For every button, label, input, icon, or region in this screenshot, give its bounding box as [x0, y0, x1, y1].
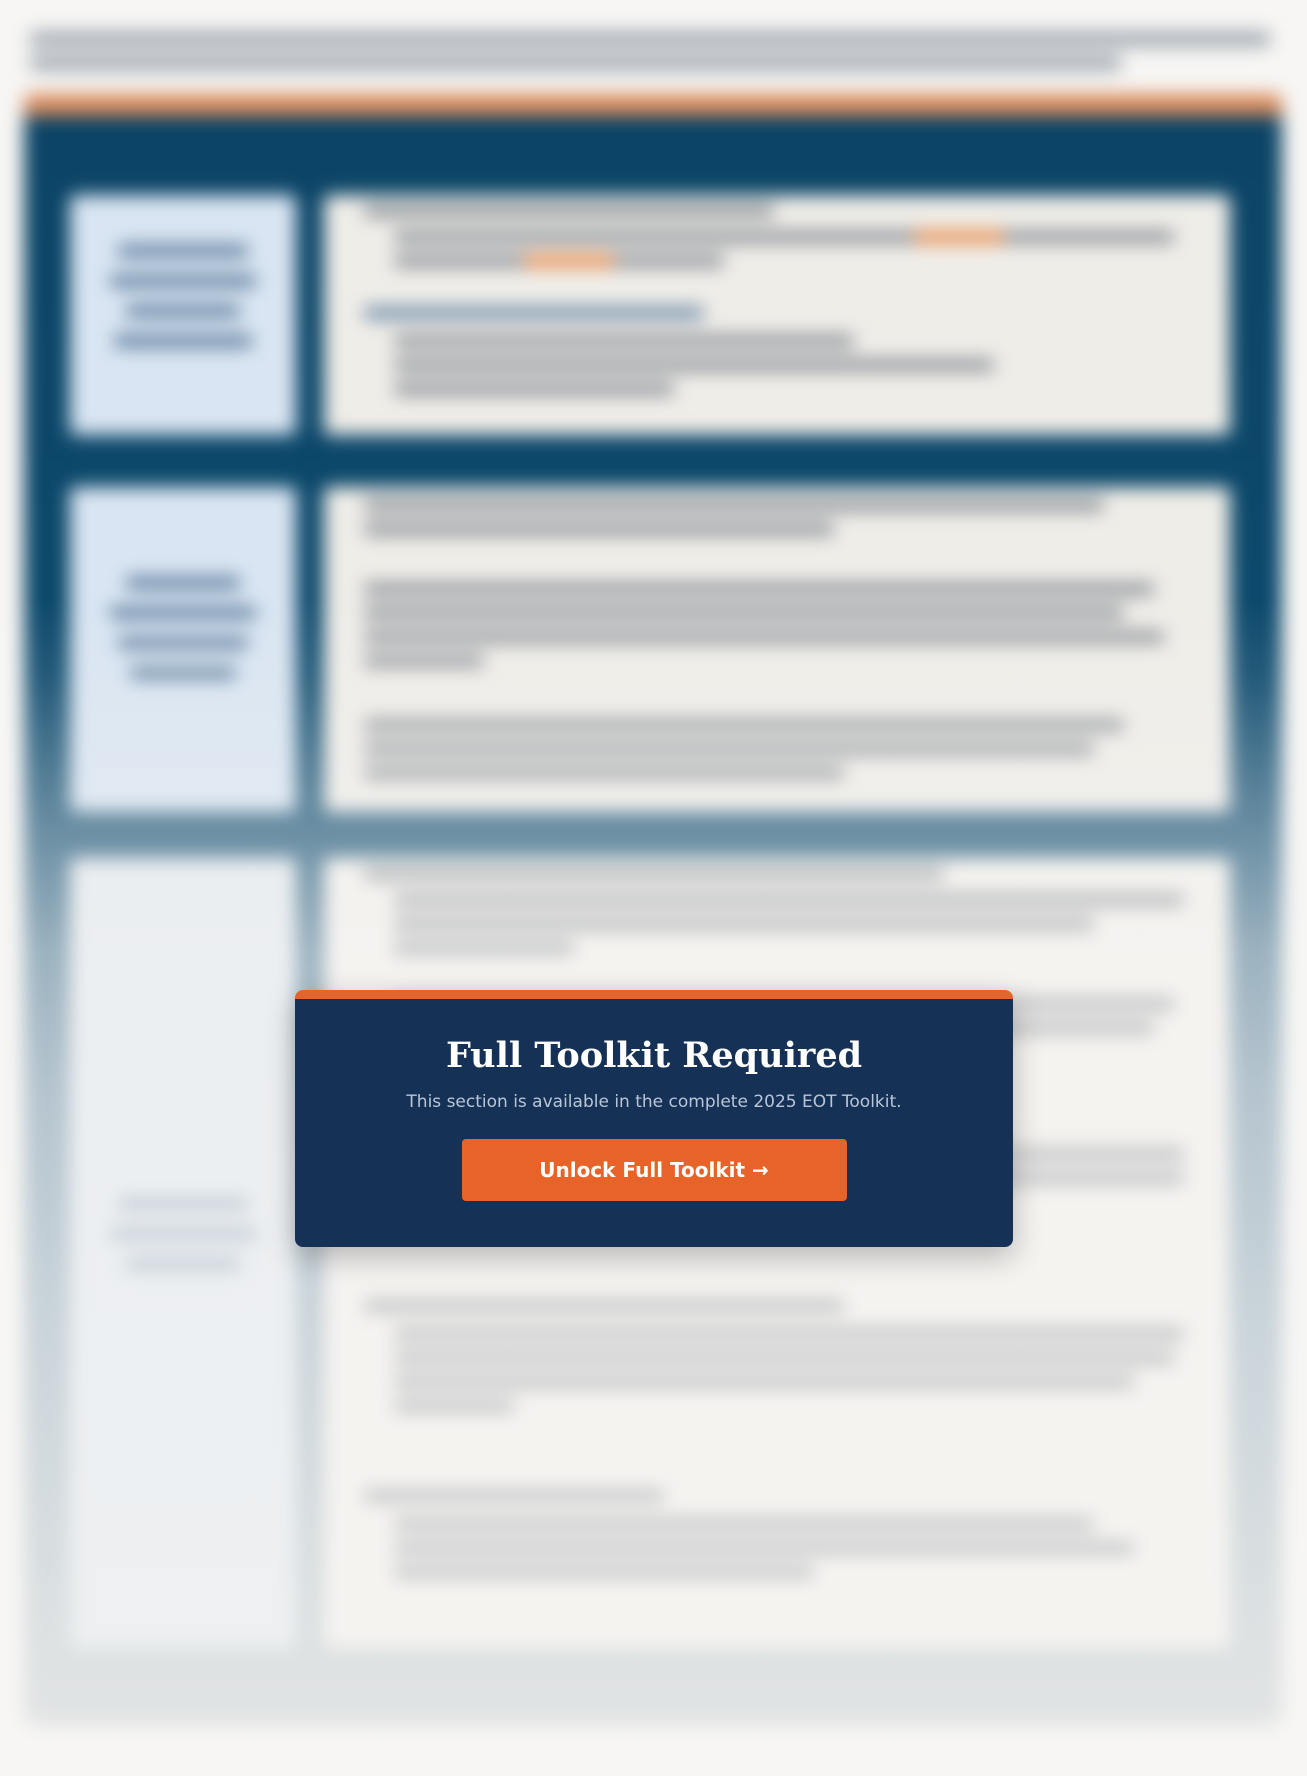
paywall-subtitle: This section is available in the complet… — [406, 1092, 902, 1112]
blurred-document-header — [30, 26, 1270, 90]
blurred-table-row — [70, 195, 1230, 435]
document-accent-band — [24, 94, 1282, 116]
paywall-card: Full Toolkit Required This section is av… — [295, 990, 1013, 1247]
unlock-full-toolkit-button[interactable]: Unlock Full Toolkit → — [461, 1139, 847, 1202]
paywall-title: Full Toolkit Required — [445, 1035, 863, 1076]
